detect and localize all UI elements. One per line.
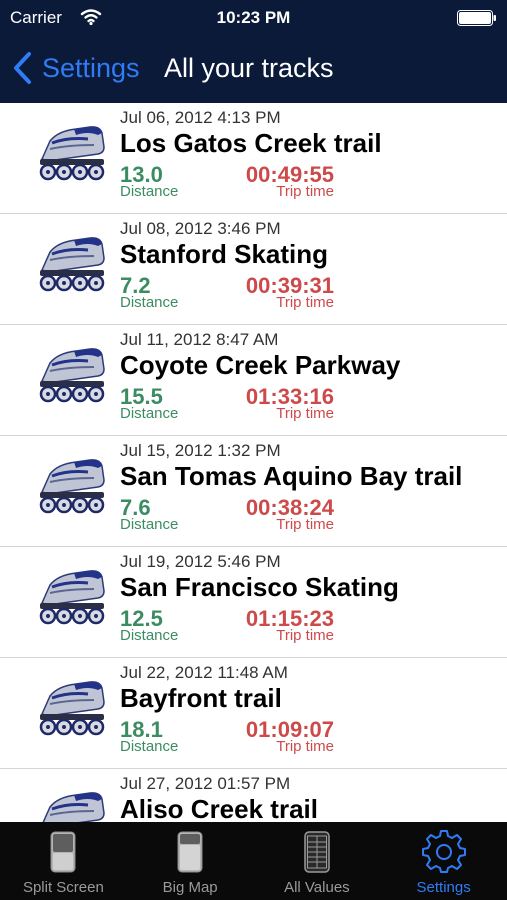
track-date: Jul 19, 2012 5:46 PM	[120, 552, 281, 571]
track-distance-label: Distance	[120, 405, 179, 422]
inline-skate-icon	[39, 126, 105, 181]
track-date: Jul 11, 2012 8:47 AM	[120, 330, 279, 349]
status-bar: Carrier 10:23 PM	[0, 0, 507, 36]
app-screen: Carrier 10:23 PM Settings All your track…	[0, 0, 507, 900]
tab-split-screen[interactable]: Split Screen	[0, 822, 127, 900]
track-distance-label: Distance	[120, 294, 179, 311]
track-row[interactable]: Jul 15, 2012 1:32 PM San Tomas Aquino Bay…	[0, 436, 507, 547]
inline-skate-icon	[39, 348, 105, 403]
inline-skate-icon	[39, 681, 105, 736]
track-name: San Tomas Aquino Bay trail	[120, 461, 463, 491]
track-name: San Francisco Skating	[120, 572, 399, 602]
track-name: Bayfront trail	[120, 683, 282, 713]
battery-icon	[457, 10, 496, 26]
track-date: Jul 08, 2012 3:46 PM	[120, 219, 281, 238]
track-date: Jul 27, 2012 01:57 PM	[120, 774, 291, 793]
track-row[interactable]: Jul 11, 2012 8:47 AM Coyote Creek Parkway…	[0, 325, 507, 436]
gear-icon	[421, 830, 466, 873]
track-trip-time-label: Trip time	[276, 294, 334, 311]
track-row[interactable]: Jul 19, 2012 5:46 PM San Francisco Skatin…	[0, 547, 507, 658]
track-row[interactable]: Jul 06, 2012 4:13 PM Los Gatos Creek trai…	[0, 103, 507, 214]
track-distance-label: Distance	[120, 738, 179, 755]
track-trip-time-label: Trip time	[276, 405, 334, 422]
inline-skate-icon	[39, 570, 105, 625]
track-distance-label: Distance	[120, 516, 179, 533]
track-trip-time-label: Trip time	[276, 516, 334, 533]
track-list[interactable]: Jul 06, 2012 4:13 PM Los Gatos Creek trai…	[0, 103, 507, 822]
page-title: All your tracks	[164, 53, 334, 83]
track-row[interactable]: Jul 22, 2012 11:48 AM Bayfront trail 18.1 D…	[0, 658, 507, 769]
tab-label: Big Map	[162, 879, 218, 896]
track-name: Stanford Skating	[120, 239, 329, 269]
track-row[interactable]: Jul 27, 2012 01:57 PM Aliso Creek trail	[0, 769, 507, 822]
track-distance-label: Distance	[120, 627, 179, 644]
tab-settings[interactable]: Settings	[380, 822, 507, 900]
top-bar: Carrier 10:23 PM Settings All your track…	[0, 0, 507, 103]
chevron-left-icon	[14, 52, 31, 84]
navigation-bar: Settings All your tracks	[0, 38, 507, 100]
inline-skate-icon	[42, 792, 105, 822]
back-button-label: Settings	[42, 52, 140, 83]
tab-label: Settings	[416, 879, 471, 896]
status-time: 10:23 PM	[216, 8, 291, 27]
track-name: Coyote Creek Parkway	[120, 350, 401, 380]
tab-bar: Split Screen Big Map All Values Settings	[0, 822, 507, 900]
track-name: Aliso Creek trail	[120, 794, 318, 822]
tab-label: All Values	[284, 879, 350, 896]
back-button[interactable]: Settings	[12, 50, 140, 86]
tab-all-values[interactable]: All Values	[254, 822, 381, 900]
track-trip-time-label: Trip time	[276, 738, 334, 755]
track-trip-time-label: Trip time	[276, 627, 334, 644]
track-trip-time-label: Trip time	[276, 183, 334, 200]
track-date: Jul 22, 2012 11:48 AM	[120, 663, 288, 682]
track-date: Jul 15, 2012 1:32 PM	[120, 441, 281, 460]
tab-big-map[interactable]: Big Map	[127, 822, 254, 900]
inline-skate-icon	[39, 459, 105, 514]
track-date: Jul 06, 2012 4:13 PM	[120, 108, 281, 127]
split-screen-icon	[50, 831, 76, 873]
all-values-icon	[304, 831, 330, 873]
inline-skate-icon	[39, 237, 105, 292]
big-map-icon	[177, 831, 203, 873]
track-row[interactable]: Jul 08, 2012 3:46 PM Stanford Skating 7.2 D…	[0, 214, 507, 325]
track-name: Los Gatos Creek trail	[120, 128, 382, 158]
track-distance-label: Distance	[120, 183, 179, 200]
tab-label: Split Screen	[22, 879, 104, 896]
